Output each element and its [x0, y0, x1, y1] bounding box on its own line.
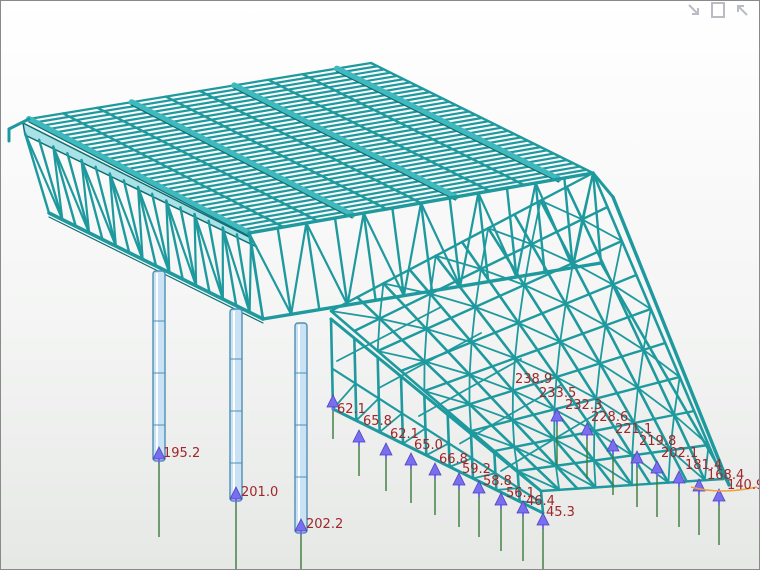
member [474, 268, 482, 308]
reaction-label-front: 45.3 [546, 505, 575, 520]
member [581, 172, 594, 221]
member [376, 317, 381, 352]
model-viewport[interactable]: 195.2 201.0 202.2 62.1 65.8 62.1 65.0 66.8 59.2 5… [0, 0, 760, 570]
member [346, 211, 365, 307]
expand-arrow-icon[interactable] [733, 1, 751, 19]
member [377, 397, 404, 415]
member [515, 181, 537, 279]
member [233, 87, 456, 201]
truss-members [7, 61, 731, 515]
member [553, 438, 595, 462]
member [331, 367, 357, 385]
reaction-arrow-icon [650, 460, 664, 474]
reaction-label-front: 65.0 [414, 438, 443, 453]
support-columns [152, 270, 308, 534]
member [423, 328, 428, 363]
member [511, 419, 556, 440]
member [336, 70, 560, 183]
member [554, 464, 597, 489]
reaction-label-column: 202.2 [306, 517, 343, 532]
member [514, 322, 520, 360]
member [235, 233, 251, 314]
reaction-label-column: 195.2 [163, 446, 200, 461]
column [152, 270, 166, 462]
structure-model: 195.2201.0202.262.165.862.165.066.859.25… [7, 61, 759, 569]
reaction-arrow-icon [352, 429, 366, 443]
member [599, 324, 607, 365]
member [611, 240, 623, 286]
reaction-label-slope: 238.9 [515, 372, 552, 387]
member [425, 292, 432, 330]
reaction-arrow-icon [379, 442, 393, 456]
member [377, 332, 482, 390]
member [559, 302, 567, 343]
member [523, 243, 533, 286]
member [555, 340, 562, 378]
member [595, 362, 601, 400]
member [604, 283, 614, 327]
collapse-arrow-icon[interactable] [685, 1, 703, 19]
column [294, 322, 308, 534]
member [633, 386, 639, 424]
member [354, 382, 380, 400]
member [468, 341, 473, 376]
member [517, 284, 526, 324]
member [290, 221, 308, 316]
restore-window-icon[interactable] [709, 1, 727, 19]
member [468, 403, 472, 432]
member [248, 239, 253, 314]
reaction-label-front: 62.1 [337, 402, 366, 417]
reaction-label-front: 65.8 [363, 414, 392, 429]
reaction-label-column: 201.0 [241, 485, 278, 500]
member [637, 348, 645, 389]
column [229, 308, 243, 502]
member [572, 218, 584, 264]
member [593, 459, 597, 489]
reaction-label-slope: 140.9 [727, 478, 759, 493]
member [553, 438, 557, 467]
member [511, 419, 516, 448]
reaction-arrow-icon [404, 452, 418, 466]
